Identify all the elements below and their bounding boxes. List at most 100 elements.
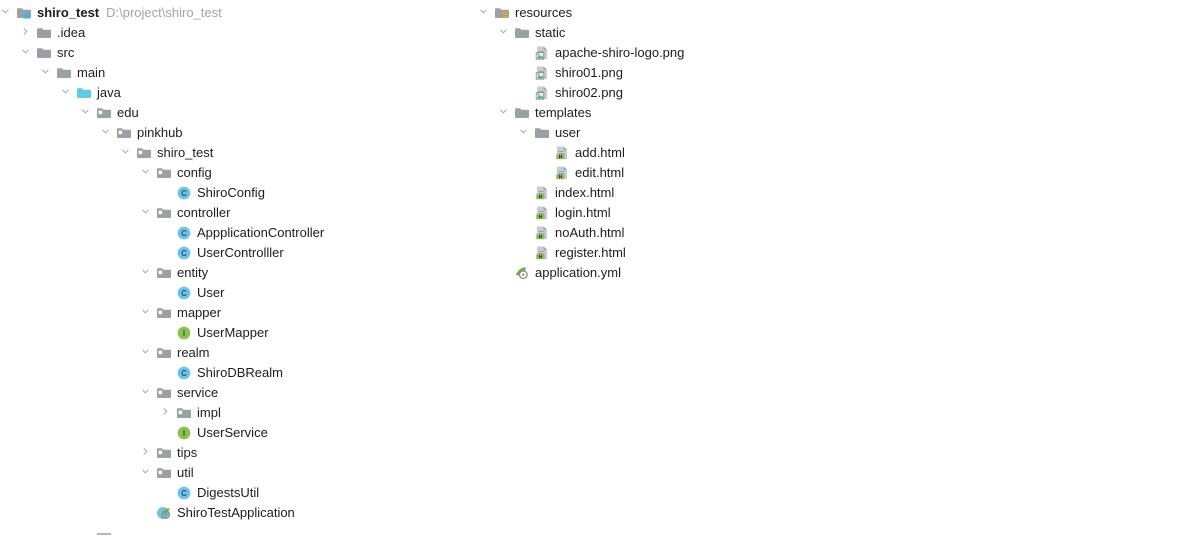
tree-twisty-placeholder [538, 163, 551, 183]
tree-row[interactable]: user [478, 123, 684, 143]
tree-row-label: shiro_test [157, 145, 214, 160]
svg-text:C: C [181, 369, 187, 378]
tree-twisty-placeholder [160, 323, 173, 343]
spring-class-icon [156, 505, 172, 521]
chevron-down-icon[interactable] [140, 163, 153, 183]
tree-row[interactable]: tips [0, 443, 324, 463]
tree-row-label: templates [535, 105, 592, 120]
chevron-down-icon[interactable] [0, 3, 13, 23]
chevron-down-icon[interactable] [518, 123, 531, 143]
tree-row[interactable]: C AppplicationController [0, 223, 324, 243]
tree-row-label: resources [515, 5, 573, 20]
project-tree-left-column: shiro_test D:\project\shiro_test .idea src m… [0, 3, 324, 523]
tree-twisty-placeholder [518, 43, 531, 63]
folder-icon [514, 25, 530, 41]
tree-row-label: register.html [555, 245, 626, 260]
tree-row[interactable]: src [0, 43, 324, 63]
tree-row[interactable]: ShiroTestApplication [0, 503, 324, 523]
svg-text:C: C [181, 229, 187, 238]
svg-text:H: H [539, 235, 543, 241]
tree-row-label: ShiroTestApplication [177, 505, 295, 520]
tree-row[interactable]: templates [478, 103, 684, 123]
interface-icon: I [176, 325, 192, 341]
package-icon [156, 205, 172, 221]
tree-row[interactable]: C ShiroDBRealm [0, 363, 324, 383]
tree-row[interactable]: config [0, 163, 324, 183]
tree-row[interactable]: Hregister.html [478, 243, 684, 263]
chevron-down-icon[interactable] [140, 463, 153, 483]
tree-twisty-placeholder [498, 263, 511, 283]
chevron-down-icon[interactable] [140, 303, 153, 323]
tree-row[interactable]: C UserControlller [0, 243, 324, 263]
chevron-down-icon[interactable] [100, 123, 113, 143]
tree-row[interactable]: application.yml [478, 263, 684, 283]
chevron-right-icon[interactable] [160, 403, 173, 423]
folder-icon [56, 65, 72, 81]
tree-row[interactable]: C User [0, 283, 324, 303]
tree-row[interactable]: Hindex.html [478, 183, 684, 203]
tree-row[interactable]: .idea [0, 23, 324, 43]
tree-row[interactable]: pinkhub [0, 123, 324, 143]
tree-row-label: UserService [197, 425, 268, 440]
chevron-down-icon[interactable] [498, 103, 511, 123]
chevron-down-icon[interactable] [80, 103, 93, 123]
tree-row[interactable]: service [0, 383, 324, 403]
interface-icon: I [176, 425, 192, 441]
project-tree-pane[interactable]: shiro_test D:\project\shiro_test .idea src m… [0, 0, 1185, 539]
tree-row[interactable]: I UserService [0, 423, 324, 443]
tree-row[interactable]: Hedit.html [478, 163, 684, 183]
tree-row[interactable]: entity [0, 263, 324, 283]
chevron-down-icon[interactable] [478, 3, 491, 23]
tree-row[interactable]: apache-shiro-logo.png [478, 43, 684, 63]
tree-row[interactable]: util [0, 463, 324, 483]
tree-row[interactable]: C DigestsUtil [0, 483, 324, 503]
tree-row[interactable]: shiro_test [0, 143, 324, 163]
chevron-down-icon[interactable] [140, 263, 153, 283]
project-path-label: D:\project\shiro_test [106, 5, 222, 20]
chevron-down-icon[interactable] [140, 383, 153, 403]
tree-twisty-placeholder [160, 183, 173, 203]
tree-row[interactable]: C ShiroConfig [0, 183, 324, 203]
tree-row[interactable]: main [0, 63, 324, 83]
package-icon [96, 105, 112, 121]
chevron-down-icon[interactable] [140, 203, 153, 223]
tree-row[interactable]: shiro02.png [478, 83, 684, 103]
tree-row[interactable]: controller [0, 203, 324, 223]
chevron-down-icon[interactable] [120, 143, 133, 163]
package-icon [156, 345, 172, 361]
tree-row-label: main [77, 65, 106, 80]
tree-row-label: edu [117, 105, 139, 120]
chevron-down-icon[interactable] [140, 343, 153, 363]
chevron-right-icon[interactable] [140, 443, 153, 463]
chevron-down-icon[interactable] [498, 23, 511, 43]
class-icon: C [176, 245, 192, 261]
chevron-right-icon[interactable] [20, 23, 33, 43]
chevron-down-icon[interactable] [40, 63, 53, 83]
tree-row[interactable]: mapper [0, 303, 324, 323]
tree-row-label: realm [177, 345, 210, 360]
tree-row-label: controller [177, 205, 231, 220]
tree-row-label: User [197, 285, 225, 300]
tree-row[interactable]: impl [0, 403, 324, 423]
chevron-down-icon[interactable] [60, 83, 73, 103]
tree-row[interactable]: Hlogin.html [478, 203, 684, 223]
tree-row[interactable]: edu [0, 103, 324, 123]
tree-row[interactable]: realm [0, 343, 324, 363]
tree-row[interactable]: shiro01.png [478, 63, 684, 83]
tree-row[interactable]: Hadd.html [478, 143, 684, 163]
tree-row-label: noAuth.html [555, 225, 625, 240]
tree-row[interactable]: HnoAuth.html [478, 223, 684, 243]
svg-text:C: C [181, 249, 187, 258]
tree-twisty-placeholder [160, 423, 173, 443]
chevron-down-icon[interactable] [20, 43, 33, 63]
tree-row-label: static [535, 25, 566, 40]
tree-row-label: shiro02.png [555, 85, 623, 100]
tree-row[interactable]: shiro_test D:\project\shiro_test [0, 3, 324, 23]
tree-row[interactable]: I UserMapper [0, 323, 324, 343]
tree-row-label: tips [177, 445, 198, 460]
tree-row[interactable]: java [0, 83, 324, 103]
tree-row[interactable]: static [478, 23, 684, 43]
tree-twisty-placeholder [518, 83, 531, 103]
tree-row[interactable]: resources [478, 3, 684, 23]
tree-row-label: pinkhub [137, 125, 183, 140]
